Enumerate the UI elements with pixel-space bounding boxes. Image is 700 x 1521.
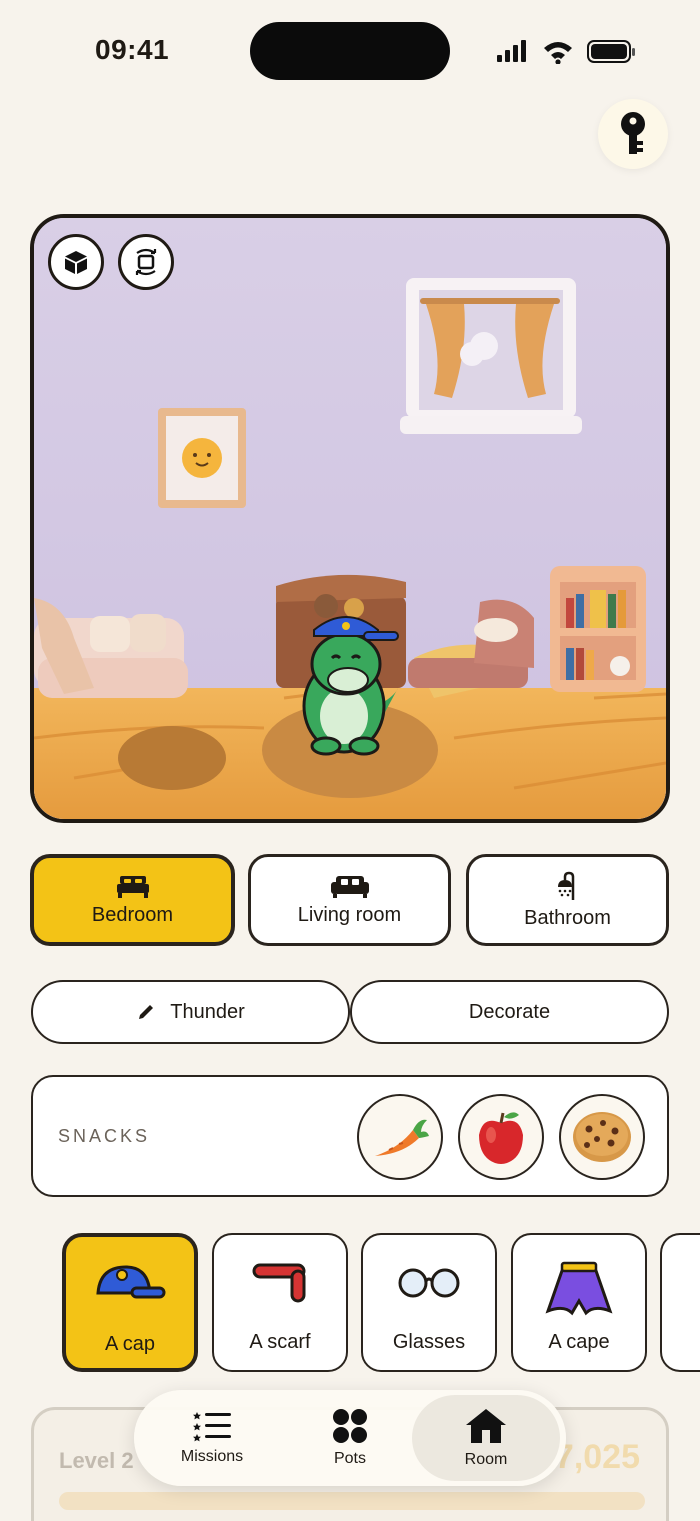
home-icon <box>466 1409 506 1443</box>
tab-label: Pots <box>333 1450 366 1467</box>
view-3d-button[interactable] <box>48 234 104 290</box>
accessory-label: A cap <box>104 1333 156 1355</box>
accessory-label: Glasses <box>392 1331 466 1353</box>
dynamic-island <box>250 22 450 80</box>
room-tab-label: Living room <box>297 903 402 926</box>
room-tab-bedroom[interactable]: Bedroom <box>30 854 235 946</box>
key-button[interactable] <box>598 99 668 169</box>
level-label: Level 2 <box>59 1448 134 1473</box>
level-progress-bar <box>59 1492 645 1510</box>
cap-icon <box>96 1265 166 1299</box>
shower-icon <box>557 871 574 900</box>
pencil-icon <box>139 1005 154 1019</box>
tab-label: Room <box>464 1451 508 1468</box>
tab-label: Missions <box>180 1448 244 1465</box>
box-3d-icon <box>65 251 87 274</box>
rotate-view-button[interactable] <box>118 234 174 290</box>
pet-name-label: Thunder <box>170 1000 245 1023</box>
snack-cookie[interactable] <box>559 1094 645 1180</box>
status-icons <box>497 40 635 64</box>
list-icon <box>193 1412 231 1442</box>
grid-dots-icon <box>333 1409 367 1443</box>
window <box>400 278 582 434</box>
sofa-icon <box>330 875 369 898</box>
floor-hole <box>118 726 226 790</box>
status-bar: 09:41 <box>0 0 700 100</box>
rotate-icon <box>135 248 157 276</box>
room-tab-label: Bathroom <box>524 906 611 929</box>
wifi-icon <box>544 42 572 64</box>
room-scene <box>34 218 666 819</box>
apple-icon <box>479 1112 523 1164</box>
scarf-icon <box>252 1263 306 1303</box>
room-tab-label: Bedroom <box>91 903 174 926</box>
rename-pet-button[interactable]: Thunder <box>31 980 350 1044</box>
status-time: 09:41 <box>95 34 170 65</box>
snacks-panel: SNACKS <box>31 1075 669 1197</box>
accessory-label: A scarf <box>249 1331 311 1353</box>
decorate-label: Decorate <box>468 1000 551 1023</box>
room-tab-living-room[interactable]: Living room <box>248 854 451 946</box>
snack-carrot[interactable] <box>357 1094 443 1180</box>
bookshelf <box>550 566 646 692</box>
accessory-scarf[interactable]: A scarf <box>212 1233 348 1372</box>
tab-room[interactable]: Room <box>412 1395 560 1481</box>
room-tab-bathroom[interactable]: Bathroom <box>466 854 669 946</box>
cape-icon <box>545 1261 613 1316</box>
snacks-label: SNACKS <box>58 1126 151 1146</box>
tab-missions[interactable]: Missions <box>162 1390 262 1486</box>
accessory-glasses[interactable]: Glasses <box>361 1233 497 1372</box>
carrot-icon <box>375 1119 429 1156</box>
room-view[interactable] <box>30 214 670 823</box>
key-icon <box>621 112 645 154</box>
tab-bar: Missions Pots Room <box>134 1390 566 1486</box>
decorate-button[interactable]: Decorate <box>350 980 669 1044</box>
accessory-cap[interactable]: A cap <box>62 1233 198 1372</box>
sun-frame <box>158 408 246 508</box>
tab-pots[interactable]: Pots <box>300 1390 400 1486</box>
accessory-cape[interactable]: A cape <box>511 1233 647 1372</box>
accessory-next-partial[interactable] <box>660 1233 700 1372</box>
glasses-icon <box>398 1268 460 1298</box>
cookie-icon <box>573 1112 631 1162</box>
snack-apple[interactable] <box>458 1094 544 1180</box>
bed-icon <box>116 875 149 898</box>
accessory-label: A cape <box>548 1331 610 1353</box>
signal-icon <box>497 40 526 62</box>
battery-icon <box>587 40 635 63</box>
